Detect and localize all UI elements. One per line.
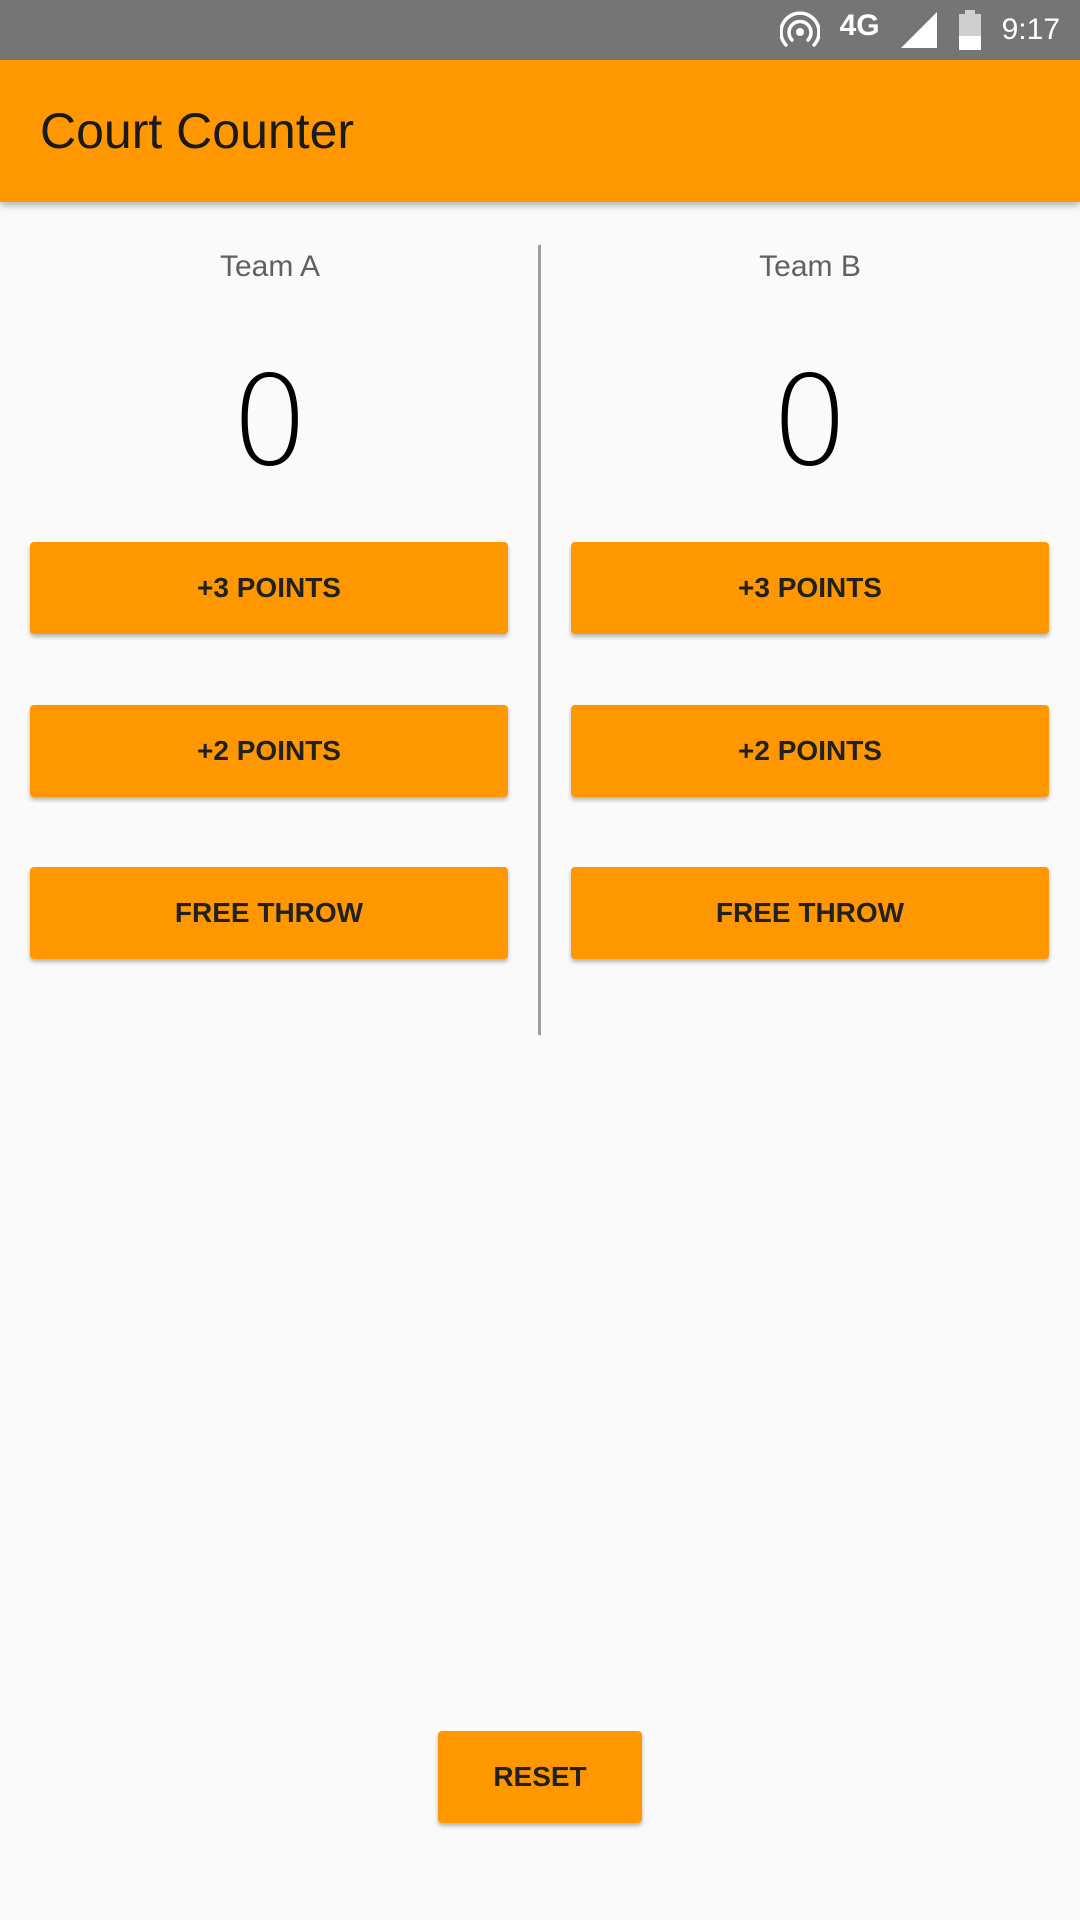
team-b-two-points-button[interactable]: +2 POINTS [571, 705, 1049, 797]
team-b-three-points-button[interactable]: +3 POINTS [571, 542, 1049, 634]
signal-icon [900, 11, 938, 49]
team-b-name: Team B [759, 250, 861, 283]
hotspot-icon [779, 10, 820, 50]
team-a-two-points-button[interactable]: +2 POINTS [30, 705, 508, 797]
reset-button[interactable]: RESET [438, 1731, 642, 1823]
status-bar: 4G 9:17 [0, 0, 1080, 60]
team-b-score: 0 [770, 350, 850, 494]
status-icons: 4G 9:17 [779, 0, 1060, 60]
team-a-name: Team A [219, 250, 321, 283]
team-b-free-throw-button[interactable]: FREE THROW [571, 867, 1049, 959]
team-a-free-throw-button[interactable]: FREE THROW [30, 867, 508, 959]
clock: 9:17 [1001, 13, 1060, 46]
team-a-score: 0 [230, 350, 310, 494]
team-a-three-points-button[interactable]: +3 POINTS [30, 542, 508, 634]
app-bar: Court Counter [0, 60, 1080, 202]
app-title: Court Counter [40, 103, 355, 159]
network-type: 4G [839, 9, 880, 42]
battery-icon [958, 10, 982, 50]
